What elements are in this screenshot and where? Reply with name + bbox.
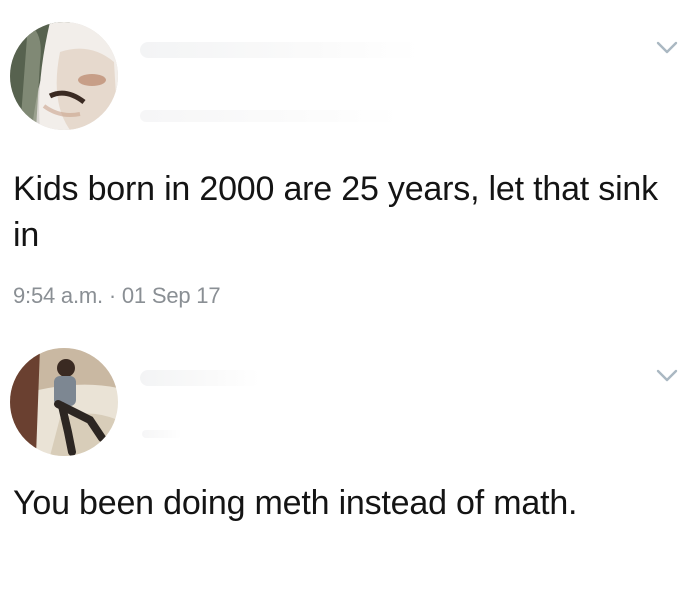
timestamp[interactable]: 9:54 a.m. · 01 Sep 17 (13, 283, 221, 309)
avatar-image (10, 348, 118, 456)
redacted-username[interactable] (140, 370, 260, 386)
chevron-down-icon[interactable] (656, 40, 678, 56)
tweet-text: You been doing meth instead of math. (13, 484, 578, 522)
avatar[interactable] (10, 348, 118, 456)
tweet[interactable]: You been doing meth instead of math. (0, 330, 684, 612)
avatar[interactable] (10, 22, 118, 130)
chevron-down-icon[interactable] (656, 368, 678, 384)
redacted-username[interactable] (140, 42, 420, 58)
avatar-image (10, 22, 118, 130)
tweet-text: Kids born in 2000 are 25 years, let that… (13, 170, 658, 254)
redacted-handle (140, 110, 400, 122)
tweet[interactable]: Kids born in 2000 are 25 years, let that… (0, 0, 684, 330)
redacted-handle (142, 430, 182, 438)
